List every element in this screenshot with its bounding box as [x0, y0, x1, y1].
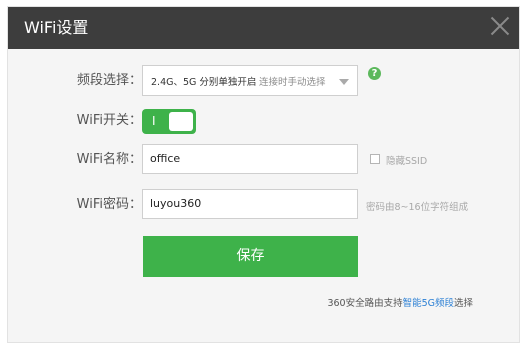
toggle-on-mark: I [152, 114, 156, 128]
smart-5g-link[interactable]: 智能5G频段 [403, 298, 454, 309]
close-icon[interactable] [490, 16, 510, 36]
wifi-switch-label: WiFi开关： [76, 113, 142, 128]
title-bar: WiFi设置 [8, 7, 519, 49]
footer-suffix: 选择 [453, 298, 473, 309]
ssid-input[interactable]: office [142, 144, 358, 174]
wifi-settings-dialog: WiFi设置 频段选择： 2.4G、5G 分别单独开启 连接时手动选择 ? Wi… [7, 6, 520, 343]
footer-prefix: 360安全路由支持 [327, 298, 403, 309]
dialog-title: WiFi设置 [24, 18, 89, 37]
footer-note: 360安全路由支持智能5G频段选择 [327, 295, 473, 309]
band-select-value: 2.4G、5G 分别单独开启 [151, 77, 257, 88]
wifi-switch-toggle[interactable]: I [142, 109, 196, 134]
band-select-sub: 连接时手动选择 [259, 77, 326, 88]
password-hint: 密码由8~16位字符组成 [366, 202, 469, 213]
band-label: 频段选择： [76, 73, 142, 88]
help-icon[interactable]: ? [368, 67, 381, 80]
chevron-down-icon [339, 79, 349, 85]
hide-ssid-label: 隐藏SSID [386, 156, 428, 167]
toggle-knob [169, 112, 193, 131]
password-label: WiFi密码： [76, 197, 142, 212]
password-input[interactable]: luyou360 [142, 189, 358, 219]
band-select[interactable]: 2.4G、5G 分别单独开启 连接时手动选择 [142, 65, 358, 96]
hide-ssid-checkbox[interactable] [370, 154, 380, 164]
save-button[interactable]: 保存 [143, 236, 358, 277]
ssid-label: WiFi名称： [76, 152, 142, 167]
